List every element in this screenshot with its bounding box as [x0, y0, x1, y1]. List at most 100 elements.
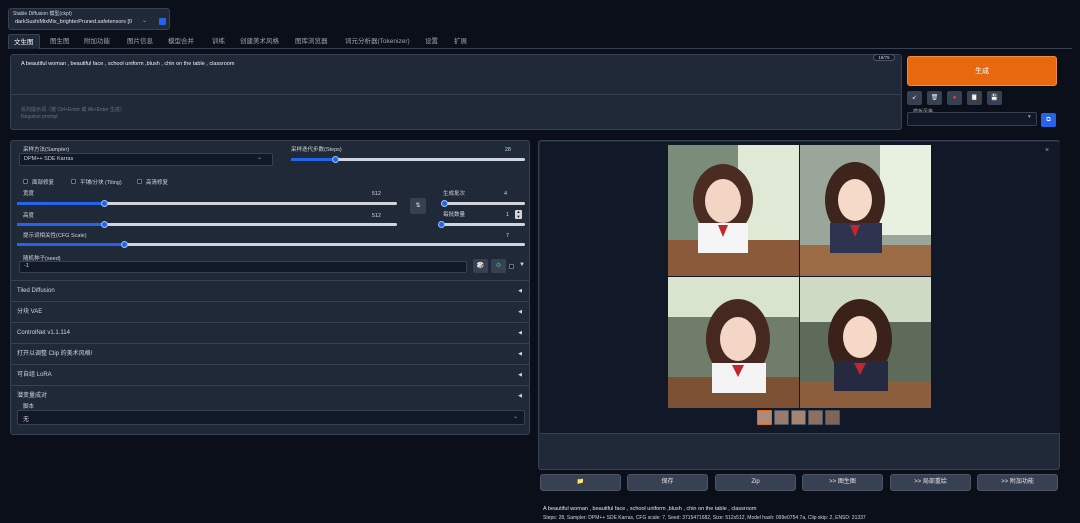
- dice-icon[interactable]: 🎲: [473, 259, 488, 273]
- accordion-clip-style[interactable]: 打开以调整 Clip 的美术风格! ◀: [11, 343, 529, 363]
- accordion-label: 分块 VAE: [17, 309, 43, 315]
- trash-icon[interactable]: 🗑: [927, 91, 942, 105]
- generated-image-2[interactable]: [800, 145, 931, 276]
- hires-fix-checkbox[interactable]: [137, 179, 142, 184]
- batch-count-value[interactable]: 4: [477, 191, 507, 197]
- checkpoint-select[interactable]: darkSushiMixMix_brighterPruned.safetenso…: [12, 17, 152, 28]
- tab-txt2img[interactable]: 文生图: [8, 34, 40, 49]
- clipboard-icon[interactable]: 📋: [967, 91, 982, 105]
- hires-fix-label: 高清修复: [146, 180, 169, 186]
- batch-size-stepper[interactable]: ▲ ▼: [515, 209, 522, 219]
- refresh-checkpoint-button[interactable]: [159, 18, 166, 25]
- main-tabs: 文生图 图生图 附加功能 图片信息 模型合并 训练 创建美术风格 图库浏览器 词…: [8, 34, 1072, 49]
- accordion-tiled-vae[interactable]: 分块 VAE ◀: [11, 301, 529, 321]
- send-to-img2img-button[interactable]: >> 图生图: [802, 474, 883, 491]
- send-to-extras-button[interactable]: >> 附加功能: [977, 474, 1058, 491]
- accordion-label: ControlNet v1.1.114: [17, 330, 70, 336]
- generated-image-4[interactable]: [800, 277, 931, 408]
- sampler-select[interactable]: DPM++ SDE Karras: [19, 153, 273, 166]
- height-slider[interactable]: [17, 221, 397, 228]
- zip-button[interactable]: Zip: [715, 474, 796, 491]
- checkpoint-panel: Stable Diffusion 模型(ckpt) darkSushiMixMi…: [8, 8, 170, 30]
- script-select[interactable]: 无: [17, 410, 525, 425]
- read-params-button[interactable]: ↙: [907, 91, 922, 105]
- checkpoint-value: darkSushiMixMix_brighterPruned.safetenso…: [15, 19, 133, 25]
- script-value: 无: [23, 417, 30, 423]
- tab-tokenizer[interactable]: 词元分析器(Tokenizer): [345, 34, 410, 49]
- recycle-icon[interactable]: ♻: [491, 259, 506, 273]
- seed-value: -1: [24, 263, 29, 269]
- save-style-icon[interactable]: 💾: [987, 91, 1002, 105]
- triangle-down-icon[interactable]: ▼: [519, 262, 525, 268]
- width-value[interactable]: 512: [351, 191, 381, 197]
- thumbnail-1[interactable]: [774, 410, 789, 425]
- extra-seed-checkbox[interactable]: [509, 264, 514, 269]
- chevron-down-icon: ⌄: [142, 18, 148, 24]
- triangle-left-icon: ◀: [518, 372, 522, 378]
- width-slider[interactable]: [17, 200, 397, 207]
- positive-prompt-input[interactable]: A beautiful woman , beautiful face , sch…: [11, 55, 901, 95]
- generate-button[interactable]: 生成: [907, 56, 1057, 86]
- tab-model-merge[interactable]: 模型合并: [168, 34, 194, 49]
- styles-select[interactable]: [907, 112, 1037, 126]
- triangle-left-icon: ◀: [518, 330, 522, 336]
- thumbnail-2[interactable]: [791, 410, 806, 425]
- cfg-value[interactable]: 7: [479, 233, 509, 239]
- tab-create-style[interactable]: 创建美术风格: [240, 34, 279, 49]
- generated-image-3[interactable]: [668, 277, 799, 408]
- open-folder-button[interactable]: 📁: [540, 474, 621, 491]
- batch-size-value[interactable]: 1: [479, 212, 509, 218]
- generation-settings-panel: 采样方法(Sampler) DPM++ SDE Karras ⌄ 采样迭代步数(…: [10, 140, 530, 435]
- cfg-slider[interactable]: [17, 241, 525, 248]
- tiling-label: 平铺/分块 (Tiling): [80, 180, 122, 186]
- token-counter: 18/75: [873, 54, 895, 61]
- close-icon[interactable]: ×: [1045, 147, 1049, 154]
- prompt-panel: A beautiful woman , beautiful face , sch…: [10, 54, 902, 130]
- thumbnail-grid[interactable]: [757, 410, 772, 425]
- apply-style-button[interactable]: ⧉: [1041, 113, 1056, 127]
- tab-extras[interactable]: 附加功能: [84, 34, 110, 49]
- triangle-left-icon: ◀: [518, 351, 522, 357]
- accordion-latent-couple[interactable]: 潜变量成对 ◀: [11, 385, 529, 405]
- tab-train[interactable]: 训练: [212, 34, 225, 49]
- swap-dimensions-button[interactable]: ⇅: [410, 198, 426, 214]
- thumbnail-3[interactable]: [808, 410, 823, 425]
- cfg-label: 提示词相关性(CFG Scale): [23, 233, 87, 239]
- output-gallery: ×: [540, 142, 1060, 434]
- tab-img2img[interactable]: 图生图: [50, 34, 70, 49]
- restore-faces-checkbox[interactable]: [23, 179, 28, 184]
- accordion-label: 潜变量成对: [17, 393, 48, 399]
- batch-count-label: 生成批次: [443, 191, 466, 197]
- batch-count-slider[interactable]: [441, 200, 525, 207]
- generated-image-1[interactable]: [668, 145, 799, 276]
- triangle-left-icon: ◀: [518, 393, 522, 399]
- send-to-inpaint-button[interactable]: >> 局部重绘: [890, 474, 971, 491]
- tab-png-info[interactable]: 图片信息: [127, 34, 153, 49]
- restore-faces-label: 面部修复: [32, 180, 55, 186]
- steps-value[interactable]: 28: [481, 147, 511, 153]
- tab-extensions[interactable]: 扩展: [454, 34, 467, 49]
- tab-settings[interactable]: 设置: [425, 34, 438, 49]
- accordion-label: Tiled Diffusion: [17, 288, 55, 294]
- script-label: 脚本: [23, 404, 35, 410]
- batch-size-slider[interactable]: [438, 221, 525, 228]
- sampler-value: DPM++ SDE Karras: [24, 156, 74, 162]
- accordion-lora[interactable]: 可自组 LoRA ◀: [11, 364, 529, 384]
- checkpoint-label: Stable Diffusion 模型(ckpt): [13, 11, 72, 17]
- sampler-label: 采样方法(Sampler): [23, 147, 70, 153]
- save-button[interactable]: 保存: [627, 474, 708, 491]
- negative-prompt-input[interactable]: 反向提示词（按 Ctrl+Enter 或 Alt+Enter 生成） Negat…: [11, 103, 901, 127]
- thumbnail-4[interactable]: [825, 410, 840, 425]
- tiling-checkbox[interactable]: [71, 179, 76, 184]
- seed-input[interactable]: -1: [19, 261, 467, 273]
- extra-networks-icon[interactable]: ●: [947, 91, 962, 105]
- width-label: 宽度: [23, 191, 35, 197]
- tab-gallery[interactable]: 图库浏览器: [295, 34, 328, 49]
- steps-slider[interactable]: [291, 156, 525, 163]
- chevron-down-icon: ⌄: [513, 414, 519, 420]
- accordion-tiled-diffusion[interactable]: Tiled Diffusion ◀: [11, 280, 529, 300]
- height-value[interactable]: 512: [351, 213, 381, 219]
- height-label: 高度: [23, 213, 35, 219]
- chevron-down-icon: ▾: [1028, 114, 1031, 120]
- accordion-controlnet[interactable]: ControlNet v1.1.114 ◀: [11, 322, 529, 342]
